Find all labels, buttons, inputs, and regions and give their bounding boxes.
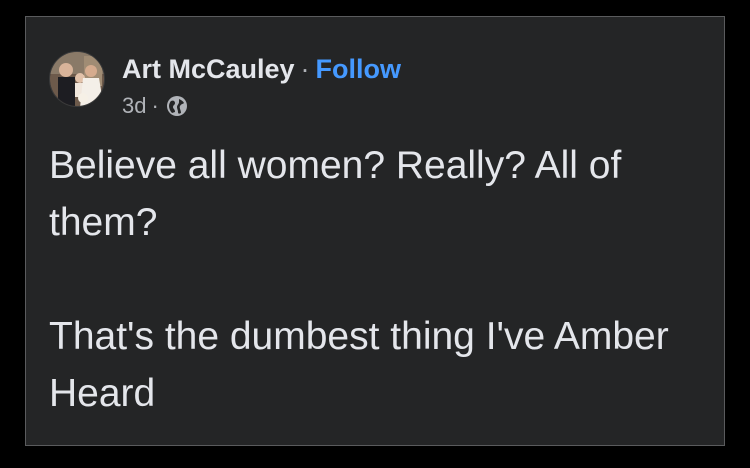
author-name[interactable]: Art McCauley: [122, 54, 295, 85]
screenshot-frame: Art McCauley · Follow 3d · Believe all w…: [0, 0, 750, 468]
meta-separator: ·: [151, 93, 159, 118]
post-card: Art McCauley · Follow 3d · Believe all w…: [25, 16, 725, 446]
globe-icon[interactable]: [166, 95, 188, 117]
post-paragraph: Believe all women? Really? All of them?: [49, 144, 622, 244]
post-meta: 3d ·: [122, 91, 188, 121]
header-separator: ·: [300, 53, 310, 84]
author-avatar[interactable]: [49, 51, 105, 107]
avatar-photo: [50, 52, 104, 106]
post-header: Art McCauley · Follow: [122, 51, 401, 87]
post-timestamp[interactable]: 3d: [122, 93, 146, 119]
follow-button[interactable]: Follow: [316, 54, 401, 85]
post-body: Believe all women? Really? All of them? …: [49, 137, 709, 422]
post-paragraph: That's the dumbest thing I've Amber Hear…: [49, 315, 669, 415]
